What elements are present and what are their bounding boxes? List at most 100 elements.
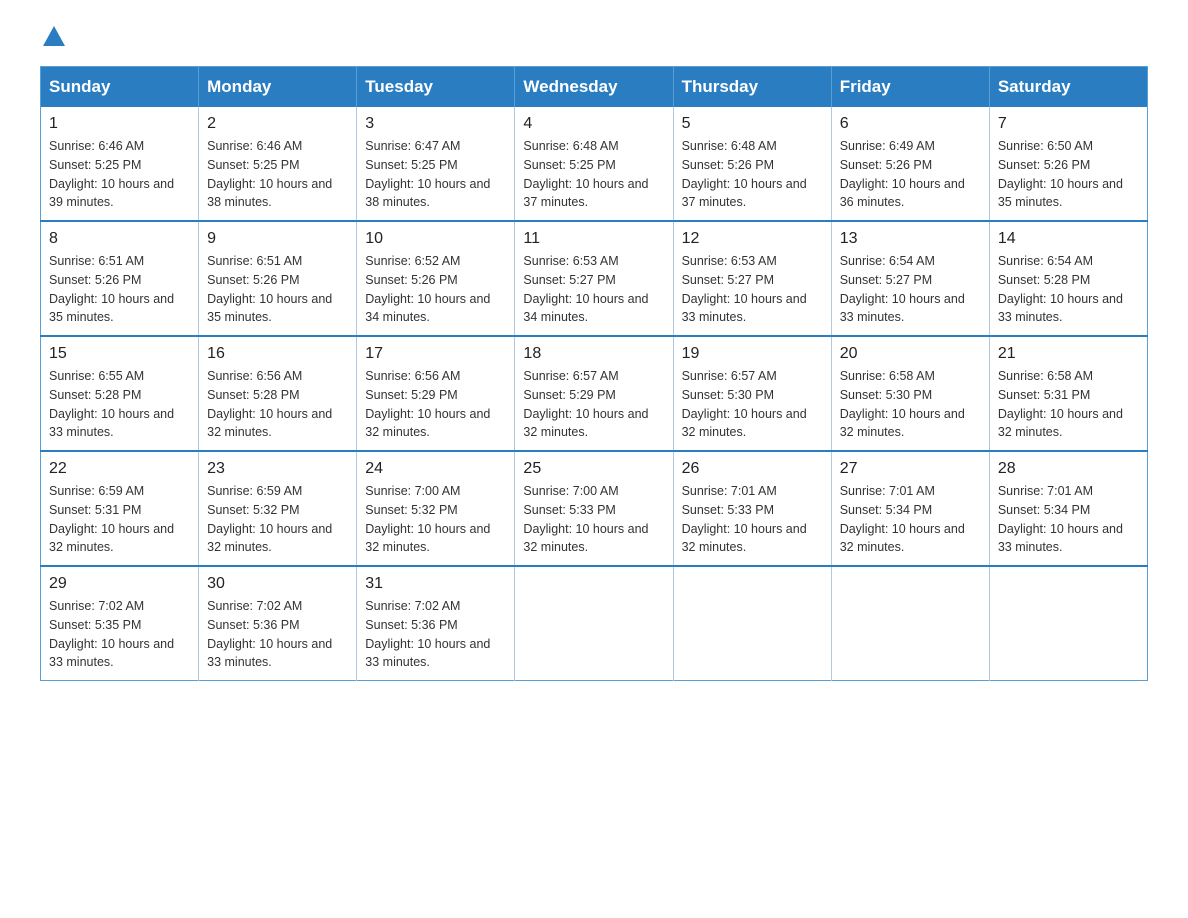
day-number: 16 [207, 345, 348, 363]
weekday-header-sunday: Sunday [41, 67, 199, 108]
day-info: Sunrise: 6:55 AM Sunset: 5:28 PM Dayligh… [49, 367, 190, 442]
calendar-cell [831, 566, 989, 681]
day-number: 21 [998, 345, 1139, 363]
weekday-header-friday: Friday [831, 67, 989, 108]
calendar-cell: 8 Sunrise: 6:51 AM Sunset: 5:26 PM Dayli… [41, 221, 199, 336]
day-info: Sunrise: 6:54 AM Sunset: 5:27 PM Dayligh… [840, 252, 981, 327]
calendar-cell: 10 Sunrise: 6:52 AM Sunset: 5:26 PM Dayl… [357, 221, 515, 336]
day-number: 6 [840, 115, 981, 133]
week-row-5: 29 Sunrise: 7:02 AM Sunset: 5:35 PM Dayl… [41, 566, 1148, 681]
day-info: Sunrise: 6:56 AM Sunset: 5:28 PM Dayligh… [207, 367, 348, 442]
day-number: 18 [523, 345, 664, 363]
calendar-cell [673, 566, 831, 681]
calendar-cell: 31 Sunrise: 7:02 AM Sunset: 5:36 PM Dayl… [357, 566, 515, 681]
day-number: 9 [207, 230, 348, 248]
day-info: Sunrise: 7:02 AM Sunset: 5:35 PM Dayligh… [49, 597, 190, 672]
calendar-cell: 17 Sunrise: 6:56 AM Sunset: 5:29 PM Dayl… [357, 336, 515, 451]
calendar-cell: 7 Sunrise: 6:50 AM Sunset: 5:26 PM Dayli… [989, 107, 1147, 221]
calendar-cell: 19 Sunrise: 6:57 AM Sunset: 5:30 PM Dayl… [673, 336, 831, 451]
weekday-header-wednesday: Wednesday [515, 67, 673, 108]
calendar-cell: 16 Sunrise: 6:56 AM Sunset: 5:28 PM Dayl… [199, 336, 357, 451]
calendar-cell: 12 Sunrise: 6:53 AM Sunset: 5:27 PM Dayl… [673, 221, 831, 336]
day-info: Sunrise: 6:51 AM Sunset: 5:26 PM Dayligh… [207, 252, 348, 327]
day-info: Sunrise: 7:02 AM Sunset: 5:36 PM Dayligh… [207, 597, 348, 672]
day-info: Sunrise: 7:01 AM Sunset: 5:33 PM Dayligh… [682, 482, 823, 557]
day-info: Sunrise: 7:00 AM Sunset: 5:32 PM Dayligh… [365, 482, 506, 557]
logo-triangle-icon [43, 26, 65, 46]
calendar-cell: 27 Sunrise: 7:01 AM Sunset: 5:34 PM Dayl… [831, 451, 989, 566]
day-number: 2 [207, 115, 348, 133]
calendar-cell: 21 Sunrise: 6:58 AM Sunset: 5:31 PM Dayl… [989, 336, 1147, 451]
week-row-2: 8 Sunrise: 6:51 AM Sunset: 5:26 PM Dayli… [41, 221, 1148, 336]
calendar-table: SundayMondayTuesdayWednesdayThursdayFrid… [40, 66, 1148, 681]
day-number: 20 [840, 345, 981, 363]
day-info: Sunrise: 6:53 AM Sunset: 5:27 PM Dayligh… [682, 252, 823, 327]
calendar-cell: 4 Sunrise: 6:48 AM Sunset: 5:25 PM Dayli… [515, 107, 673, 221]
day-number: 5 [682, 115, 823, 133]
day-info: Sunrise: 6:58 AM Sunset: 5:31 PM Dayligh… [998, 367, 1139, 442]
calendar-cell: 5 Sunrise: 6:48 AM Sunset: 5:26 PM Dayli… [673, 107, 831, 221]
day-number: 31 [365, 575, 506, 593]
day-number: 24 [365, 460, 506, 478]
calendar-cell: 28 Sunrise: 7:01 AM Sunset: 5:34 PM Dayl… [989, 451, 1147, 566]
day-info: Sunrise: 6:56 AM Sunset: 5:29 PM Dayligh… [365, 367, 506, 442]
day-number: 23 [207, 460, 348, 478]
day-number: 22 [49, 460, 190, 478]
weekday-header-thursday: Thursday [673, 67, 831, 108]
day-number: 8 [49, 230, 190, 248]
day-info: Sunrise: 6:54 AM Sunset: 5:28 PM Dayligh… [998, 252, 1139, 327]
day-info: Sunrise: 7:01 AM Sunset: 5:34 PM Dayligh… [840, 482, 981, 557]
week-row-4: 22 Sunrise: 6:59 AM Sunset: 5:31 PM Dayl… [41, 451, 1148, 566]
day-number: 1 [49, 115, 190, 133]
day-number: 17 [365, 345, 506, 363]
day-info: Sunrise: 6:59 AM Sunset: 5:31 PM Dayligh… [49, 482, 190, 557]
week-row-1: 1 Sunrise: 6:46 AM Sunset: 5:25 PM Dayli… [41, 107, 1148, 221]
day-number: 25 [523, 460, 664, 478]
calendar-cell: 11 Sunrise: 6:53 AM Sunset: 5:27 PM Dayl… [515, 221, 673, 336]
calendar-cell: 26 Sunrise: 7:01 AM Sunset: 5:33 PM Dayl… [673, 451, 831, 566]
weekday-header-row: SundayMondayTuesdayWednesdayThursdayFrid… [41, 67, 1148, 108]
day-number: 15 [49, 345, 190, 363]
calendar-cell: 30 Sunrise: 7:02 AM Sunset: 5:36 PM Dayl… [199, 566, 357, 681]
day-number: 12 [682, 230, 823, 248]
day-info: Sunrise: 6:49 AM Sunset: 5:26 PM Dayligh… [840, 137, 981, 212]
day-info: Sunrise: 6:50 AM Sunset: 5:26 PM Dayligh… [998, 137, 1139, 212]
calendar-cell: 24 Sunrise: 7:00 AM Sunset: 5:32 PM Dayl… [357, 451, 515, 566]
week-row-3: 15 Sunrise: 6:55 AM Sunset: 5:28 PM Dayl… [41, 336, 1148, 451]
day-info: Sunrise: 6:57 AM Sunset: 5:30 PM Dayligh… [682, 367, 823, 442]
day-info: Sunrise: 6:52 AM Sunset: 5:26 PM Dayligh… [365, 252, 506, 327]
weekday-header-saturday: Saturday [989, 67, 1147, 108]
day-number: 4 [523, 115, 664, 133]
day-info: Sunrise: 7:01 AM Sunset: 5:34 PM Dayligh… [998, 482, 1139, 557]
calendar-cell: 14 Sunrise: 6:54 AM Sunset: 5:28 PM Dayl… [989, 221, 1147, 336]
weekday-header-tuesday: Tuesday [357, 67, 515, 108]
day-number: 3 [365, 115, 506, 133]
day-info: Sunrise: 7:00 AM Sunset: 5:33 PM Dayligh… [523, 482, 664, 557]
day-info: Sunrise: 6:53 AM Sunset: 5:27 PM Dayligh… [523, 252, 664, 327]
day-info: Sunrise: 7:02 AM Sunset: 5:36 PM Dayligh… [365, 597, 506, 672]
logo [40, 30, 65, 46]
calendar-cell: 22 Sunrise: 6:59 AM Sunset: 5:31 PM Dayl… [41, 451, 199, 566]
day-number: 13 [840, 230, 981, 248]
day-number: 7 [998, 115, 1139, 133]
calendar-cell: 18 Sunrise: 6:57 AM Sunset: 5:29 PM Dayl… [515, 336, 673, 451]
weekday-header-monday: Monday [199, 67, 357, 108]
calendar-cell: 3 Sunrise: 6:47 AM Sunset: 5:25 PM Dayli… [357, 107, 515, 221]
calendar-cell: 6 Sunrise: 6:49 AM Sunset: 5:26 PM Dayli… [831, 107, 989, 221]
day-number: 10 [365, 230, 506, 248]
day-number: 29 [49, 575, 190, 593]
day-number: 14 [998, 230, 1139, 248]
day-info: Sunrise: 6:48 AM Sunset: 5:26 PM Dayligh… [682, 137, 823, 212]
calendar-cell: 15 Sunrise: 6:55 AM Sunset: 5:28 PM Dayl… [41, 336, 199, 451]
day-number: 30 [207, 575, 348, 593]
calendar-cell: 1 Sunrise: 6:46 AM Sunset: 5:25 PM Dayli… [41, 107, 199, 221]
day-number: 27 [840, 460, 981, 478]
day-info: Sunrise: 6:46 AM Sunset: 5:25 PM Dayligh… [49, 137, 190, 212]
calendar-cell: 23 Sunrise: 6:59 AM Sunset: 5:32 PM Dayl… [199, 451, 357, 566]
calendar-cell: 20 Sunrise: 6:58 AM Sunset: 5:30 PM Dayl… [831, 336, 989, 451]
calendar-cell [989, 566, 1147, 681]
calendar-cell: 9 Sunrise: 6:51 AM Sunset: 5:26 PM Dayli… [199, 221, 357, 336]
calendar-cell: 2 Sunrise: 6:46 AM Sunset: 5:25 PM Dayli… [199, 107, 357, 221]
day-info: Sunrise: 6:48 AM Sunset: 5:25 PM Dayligh… [523, 137, 664, 212]
calendar-cell: 29 Sunrise: 7:02 AM Sunset: 5:35 PM Dayl… [41, 566, 199, 681]
